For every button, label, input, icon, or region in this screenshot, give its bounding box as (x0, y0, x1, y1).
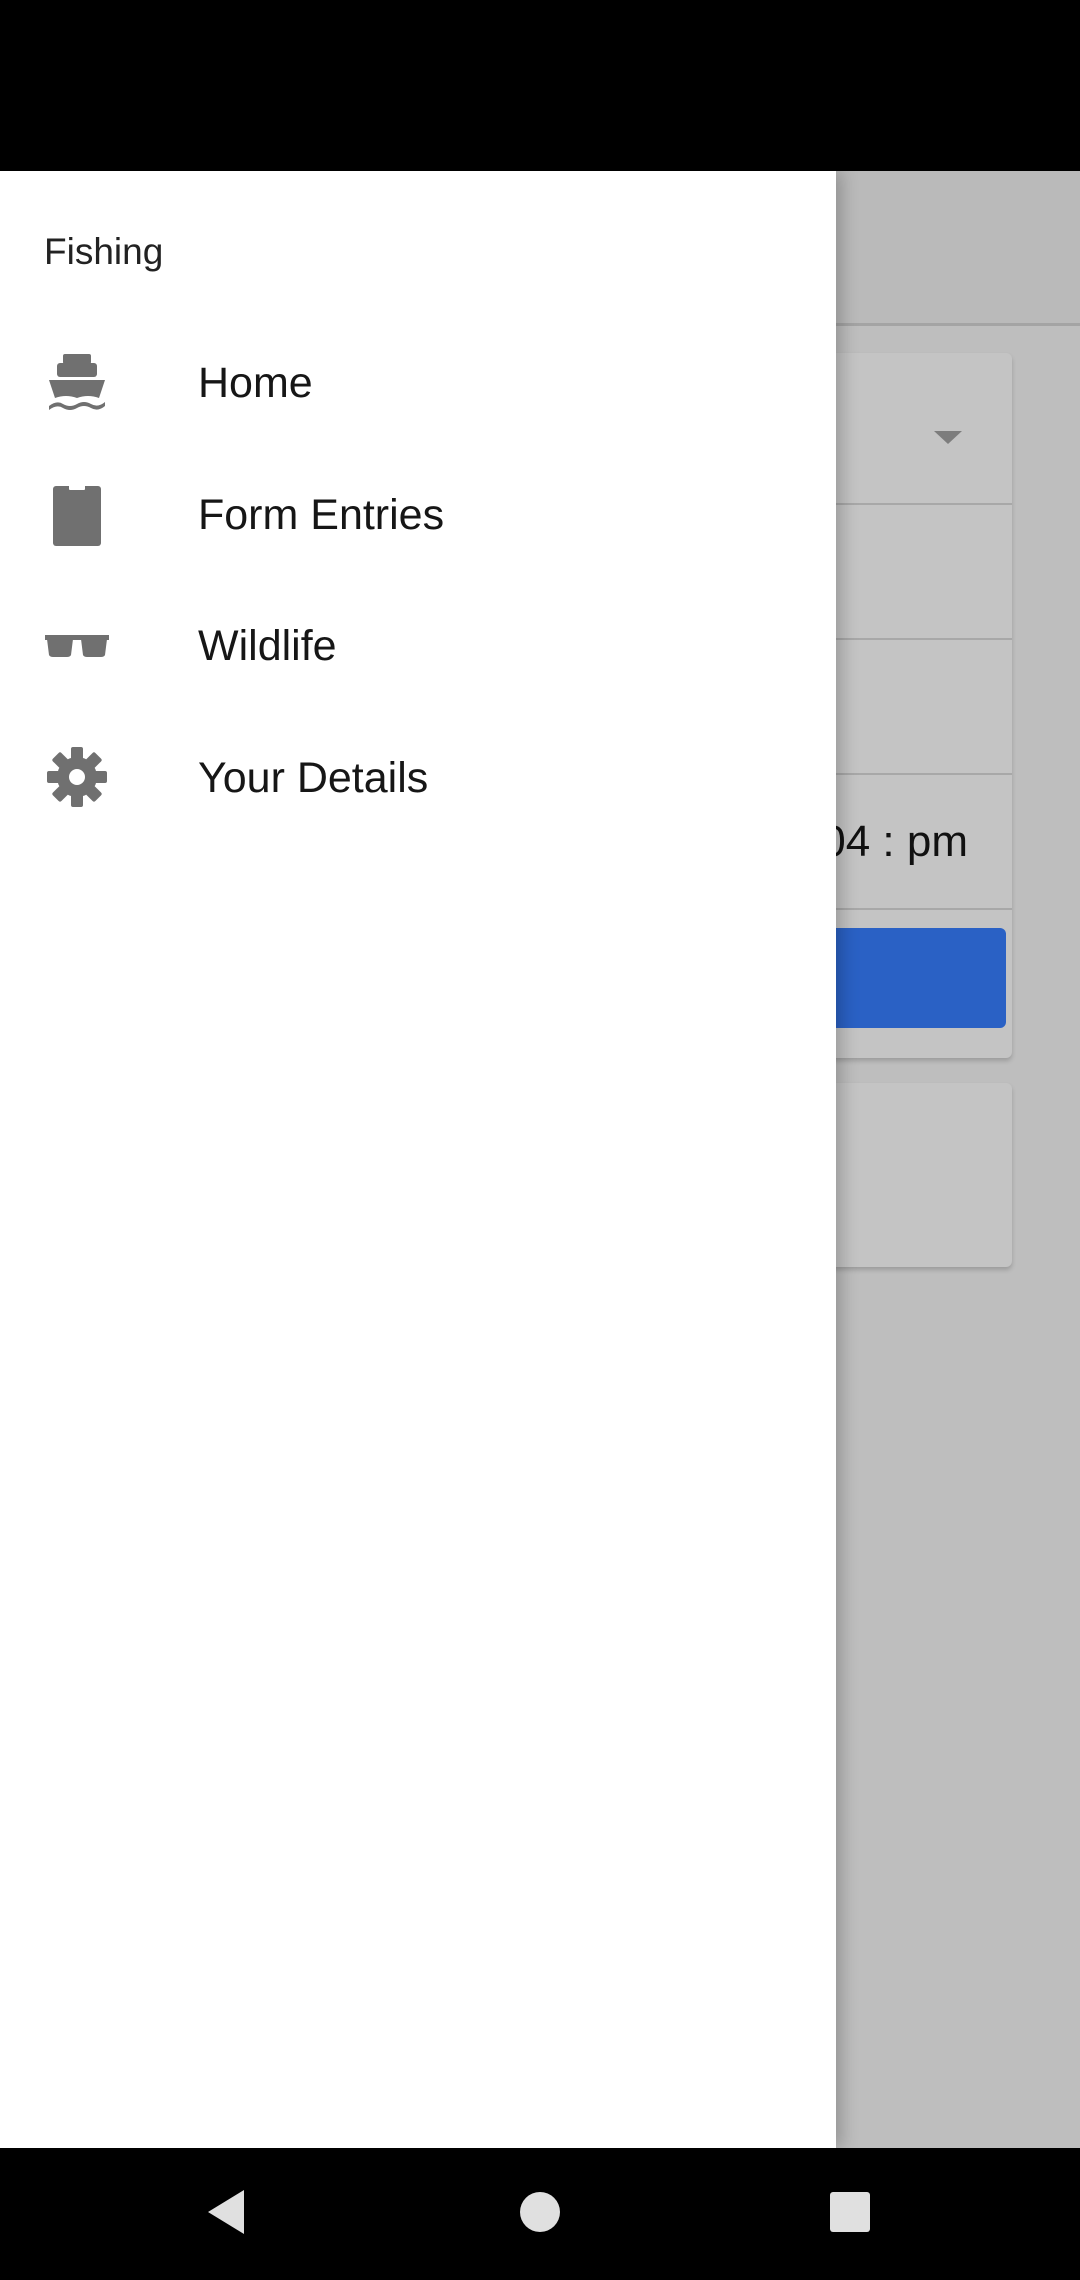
sunglasses-icon (44, 612, 110, 678)
home-icon (519, 2191, 561, 2238)
drawer-item-label: Home (198, 359, 313, 407)
status-bar (0, 0, 1080, 171)
app-content: 04 : pm Fishing Home Form Entries Wildli… (0, 171, 1080, 2148)
drawer-item-form-entries[interactable]: Form Entries (0, 449, 836, 581)
drawer-title: Fishing (44, 231, 164, 272)
boat-icon (44, 349, 110, 415)
back-button[interactable] (194, 2182, 258, 2246)
drawer-item-wildlife[interactable]: Wildlife (0, 580, 836, 712)
drawer-item-label: Form Entries (198, 491, 445, 539)
recents-button[interactable] (818, 2182, 882, 2246)
drawer-item-label: Your Details (198, 754, 429, 802)
navigation-drawer: Fishing Home Form Entries Wildlife Your … (0, 171, 836, 2148)
drawer-item-label: Wildlife (198, 622, 337, 670)
back-icon (204, 2187, 248, 2242)
system-nav-bar (0, 2148, 1080, 2280)
home-button[interactable] (508, 2182, 572, 2246)
clipboard-icon (44, 481, 110, 547)
drawer-item-your-details[interactable]: Your Details (0, 712, 836, 844)
gear-icon (44, 744, 110, 810)
drawer-item-home[interactable]: Home (0, 317, 836, 449)
recents-icon (829, 2191, 871, 2238)
